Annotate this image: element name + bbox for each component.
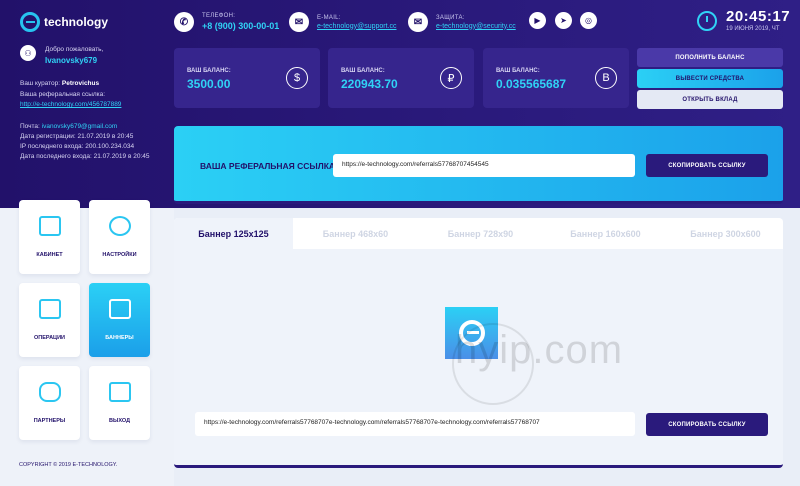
open-deposit-button[interactable]: ОТКРЫТЬ ВКЛАД — [637, 90, 783, 109]
reg-label: Дата регистрации: — [20, 133, 76, 140]
curator-label: Ваш куратор: — [20, 80, 61, 87]
reg-line: Дата регистрации: 21.07.2019 в 20:45 — [20, 133, 133, 140]
last-login-label: Дата последнего входа: — [20, 153, 92, 160]
reg-date: 21.07.2019 в 20:45 — [77, 133, 134, 140]
logo-text: technology — [44, 15, 109, 29]
telegram-icon[interactable]: ➤ — [555, 12, 572, 29]
instagram-icon[interactable]: ◎ — [580, 12, 597, 29]
nav-label: КАБИНЕТ — [36, 252, 63, 258]
nav-cabinet[interactable]: КАБИНЕТ — [19, 200, 80, 274]
logo-e-icon — [20, 12, 40, 32]
tab-banner-728x90[interactable]: Баннер 728x90 — [418, 218, 543, 249]
ref-link[interactable]: http://e-technology.com/456787889 — [20, 101, 121, 108]
gear-icon — [109, 216, 131, 236]
nav-label: НАСТРОЙКИ — [102, 252, 137, 258]
balance-value: 3500.00 — [187, 77, 231, 91]
nav-exit[interactable]: ВЫХОД — [89, 366, 150, 440]
referral-input[interactable]: https://e-technology.com/referrals577687… — [333, 154, 635, 177]
copy-referral-button[interactable]: СКОПИРОВАТЬ ССЫЛКУ — [646, 154, 768, 177]
copy-banner-button[interactable]: СКОПИРОВАТЬ ССЫЛКУ — [646, 413, 768, 436]
referral-panel: ВАША РЕФЕРАЛЬНАЯ ССЫЛКА: https://e-techn… — [174, 126, 783, 204]
mail-value[interactable]: ivanovsky679@gmail.com — [42, 123, 118, 130]
exit-icon — [109, 382, 131, 402]
chart-icon — [39, 299, 61, 319]
mail-icon: ✉ — [289, 12, 309, 32]
last-login-line: Дата последнего входа: 21.07.2019 в 20:4… — [20, 153, 150, 160]
balance-card-rub: ВАШ БАЛАНС: 220943.70 ₽ — [328, 48, 474, 108]
nav-settings[interactable]: НАСТРОЙКИ — [89, 200, 150, 274]
ip-value: 200.100.234.034 — [85, 143, 135, 150]
nav-operations[interactable]: ОПЕРАЦИИ — [19, 283, 80, 357]
copyright: COPYRIGHT © 2019 E-TECHNOLOGY. — [19, 462, 118, 468]
partners-icon — [39, 382, 61, 402]
watermark: hyip.com — [455, 328, 624, 372]
balance-value: 220943.70 — [341, 77, 398, 91]
ruble-icon: ₽ — [440, 67, 462, 89]
tab-banner-160x600[interactable]: Баннер 160x600 — [543, 218, 668, 249]
nav-label: ВЫХОД — [108, 418, 130, 424]
balance-value: 0.035565687 — [496, 77, 567, 91]
tab-banner-468x60[interactable]: Баннер 468x60 — [293, 218, 418, 249]
banners-panel: Баннер 125x125 Баннер 468x60 Баннер 728x… — [174, 218, 783, 468]
nav-label: ОПЕРАЦИИ — [34, 335, 65, 341]
withdraw-button[interactable]: ВЫВЕСТИ СРЕДСТВА — [637, 69, 783, 88]
bitcoin-icon: B — [595, 67, 617, 89]
user-icon: ⚇ — [20, 45, 36, 61]
security-info: ✉ ЗАЩИТА: e-technology@security.cc — [408, 12, 516, 32]
user-frame-icon — [39, 216, 61, 236]
ip-label: IP последнего входа: — [20, 143, 84, 150]
security-mail-icon: ✉ — [408, 12, 428, 32]
ref-link-label: Ваша реферальная ссылка: — [20, 91, 106, 98]
username[interactable]: Ivanovsky679 — [45, 56, 97, 65]
tab-banner-300x600[interactable]: Баннер 300x600 — [668, 218, 783, 249]
referral-label: ВАША РЕФЕРАЛЬНАЯ ССЫЛКА: — [200, 161, 338, 171]
phone-label: ТЕЛЕФОН: — [202, 13, 236, 19]
phone-value[interactable]: +8 (900) 300-00-01 — [202, 21, 279, 31]
clock-icon — [697, 11, 717, 31]
ip-line: IP последнего входа: 200.100.234.034 — [20, 143, 134, 150]
banner-code-input[interactable]: https://e-technology.com/referrals577687… — [195, 412, 635, 436]
balance-card-usd: ВАШ БАЛАНС: 3500.00 $ — [174, 48, 320, 108]
email-info: ✉ E-MAIL: e-technology@support.cc — [289, 12, 396, 32]
balance-label: ВАШ БАЛАНС: — [496, 68, 540, 74]
email-link[interactable]: e-technology@support.cc — [317, 23, 396, 30]
folder-icon — [109, 299, 131, 319]
last-login-date: 21.07.2019 в 20:45 — [93, 153, 150, 160]
security-label: ЗАЩИТА: — [436, 14, 465, 21]
email-label: E-MAIL: — [317, 14, 341, 21]
balance-label: ВАШ БАЛАНС: — [187, 68, 231, 74]
balance-label: ВАШ БАЛАНС: — [341, 68, 385, 74]
curator-line: Ваш куратор: Petrovichus — [20, 80, 99, 87]
welcome-text: Добро пожаловать, — [45, 46, 104, 53]
balance-card-btc: ВАШ БАЛАНС: 0.035565687 B — [483, 48, 629, 108]
phone-icon: ✆ — [174, 12, 194, 32]
nav-label: БАННЕРЫ — [105, 335, 134, 341]
clock-time: 20:45:17 — [726, 8, 791, 25]
logo[interactable]: technology — [20, 12, 108, 32]
security-link[interactable]: e-technology@security.cc — [436, 23, 516, 30]
clock-date: 19 ИЮНЯ 2019, ЧТ — [726, 26, 780, 32]
curator-name: Petrovichus — [61, 80, 100, 87]
mail-line: Почта: ivanovsky679@gmail.com — [20, 123, 117, 130]
nav-banners[interactable]: БАННЕРЫ — [89, 283, 150, 357]
deposit-button[interactable]: ПОПОЛНИТЬ БАЛАНС — [637, 48, 783, 67]
banner-tabs: Баннер 125x125 Баннер 468x60 Баннер 728x… — [174, 218, 783, 249]
youtube-icon[interactable]: ▶ — [529, 12, 546, 29]
phone-info: ✆ ТЕЛЕФОН: +8 (900) 300-00-01 — [174, 12, 279, 32]
mail-label: Почта: — [20, 123, 40, 130]
tab-banner-125x125[interactable]: Баннер 125x125 — [174, 218, 293, 249]
nav-label: ПАРТНЕРЫ — [33, 418, 66, 424]
nav-partners[interactable]: ПАРТНЕРЫ — [19, 366, 80, 440]
dollar-icon: $ — [286, 67, 308, 89]
